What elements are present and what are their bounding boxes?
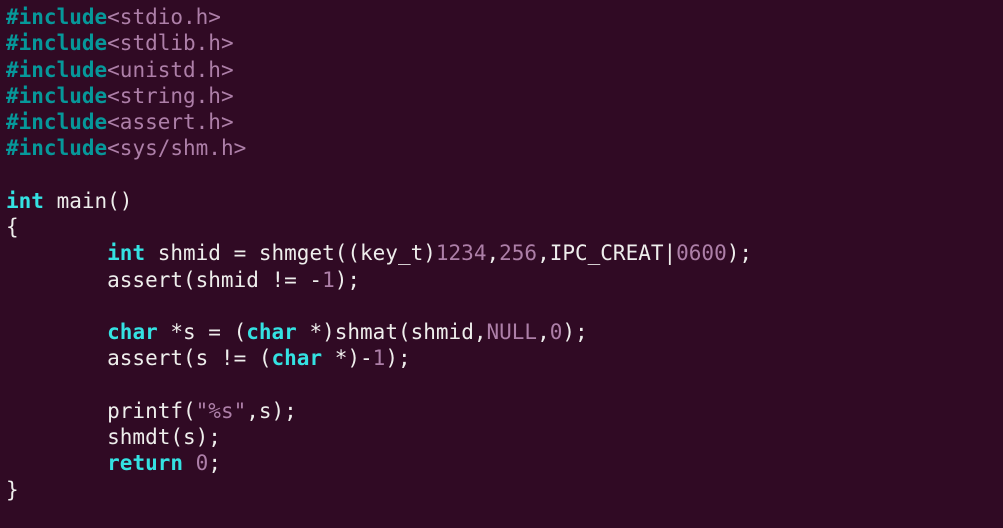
code-token — [6, 241, 107, 265]
code-token: <stdio.h> — [107, 5, 221, 29]
code-token: ,IPC_CREAT| — [537, 241, 676, 265]
code-line[interactable]: #include<stdlib.h> — [6, 31, 234, 55]
code-line[interactable]: assert(shmid != -1); — [6, 268, 360, 292]
code-token: ); — [335, 268, 360, 292]
code-token: } — [6, 478, 19, 502]
code-token: char — [246, 320, 297, 344]
code-line[interactable]: #include<unistd.h> — [6, 58, 234, 82]
code-token: #include — [6, 84, 107, 108]
code-token: return — [107, 451, 183, 475]
code-line[interactable]: #include<stdio.h> — [6, 5, 221, 29]
code-token: printf( — [6, 399, 196, 423]
code-token: 1 — [373, 346, 386, 370]
code-line[interactable]: int main() — [6, 189, 132, 213]
code-line[interactable]: { — [6, 215, 19, 239]
code-line[interactable]: shmdt(s); — [6, 425, 221, 449]
code-line[interactable]: int shmid = shmget((key_t)1234,256,IPC_C… — [6, 241, 752, 265]
code-token: int — [6, 189, 44, 213]
code-token: char — [272, 346, 323, 370]
code-token: #include — [6, 110, 107, 134]
code-editor-surface[interactable]: #include<stdio.h> #include<stdlib.h> #in… — [0, 0, 1003, 507]
code-token: main() — [44, 189, 133, 213]
code-token: , — [486, 241, 499, 265]
code-token: *s = ( — [158, 320, 247, 344]
code-token — [183, 451, 196, 475]
code-token: shmdt(s); — [6, 425, 221, 449]
code-token: ; — [208, 451, 221, 475]
code-line[interactable]: return 0; — [6, 451, 221, 475]
code-token — [6, 320, 107, 344]
code-token: <string.h> — [107, 84, 233, 108]
code-line[interactable]: } — [6, 478, 19, 502]
code-token: int — [107, 241, 145, 265]
code-line[interactable]: #include<assert.h> — [6, 110, 234, 134]
code-token: { — [6, 215, 19, 239]
code-token — [6, 451, 107, 475]
code-token: "%s" — [196, 399, 247, 423]
code-token: assert(shmid != - — [6, 268, 322, 292]
code-token: #include — [6, 58, 107, 82]
code-token: assert(s != ( — [6, 346, 272, 370]
code-token: 1 — [322, 268, 335, 292]
code-token: 256 — [499, 241, 537, 265]
code-token: ); — [562, 320, 587, 344]
code-token: <stdlib.h> — [107, 31, 233, 55]
code-line[interactable]: char *s = (char *)shmat(shmid,NULL,0); — [6, 320, 588, 344]
code-token: shmid = shmget((key_t) — [145, 241, 436, 265]
code-token: <assert.h> — [107, 110, 233, 134]
code-token: , — [537, 320, 550, 344]
code-token: 0600 — [676, 241, 727, 265]
code-token: ,s); — [246, 399, 297, 423]
code-token: 1234 — [436, 241, 487, 265]
code-token: <unistd.h> — [107, 58, 233, 82]
code-token: <sys/shm.h> — [107, 136, 246, 160]
code-token: #include — [6, 31, 107, 55]
code-line[interactable]: printf("%s",s); — [6, 399, 297, 423]
code-token: #include — [6, 136, 107, 160]
code-token: 0 — [196, 451, 209, 475]
code-token: ); — [385, 346, 410, 370]
code-line[interactable]: #include<sys/shm.h> — [6, 136, 246, 160]
code-line[interactable]: #include<string.h> — [6, 84, 234, 108]
code-token: #include — [6, 5, 107, 29]
code-token: char — [107, 320, 158, 344]
code-token: ); — [727, 241, 752, 265]
code-line[interactable]: assert(s != (char *)-1); — [6, 346, 411, 370]
code-token: NULL — [486, 320, 537, 344]
code-token: *)- — [322, 346, 373, 370]
code-token: 0 — [550, 320, 563, 344]
code-token: *)shmat(shmid, — [297, 320, 487, 344]
